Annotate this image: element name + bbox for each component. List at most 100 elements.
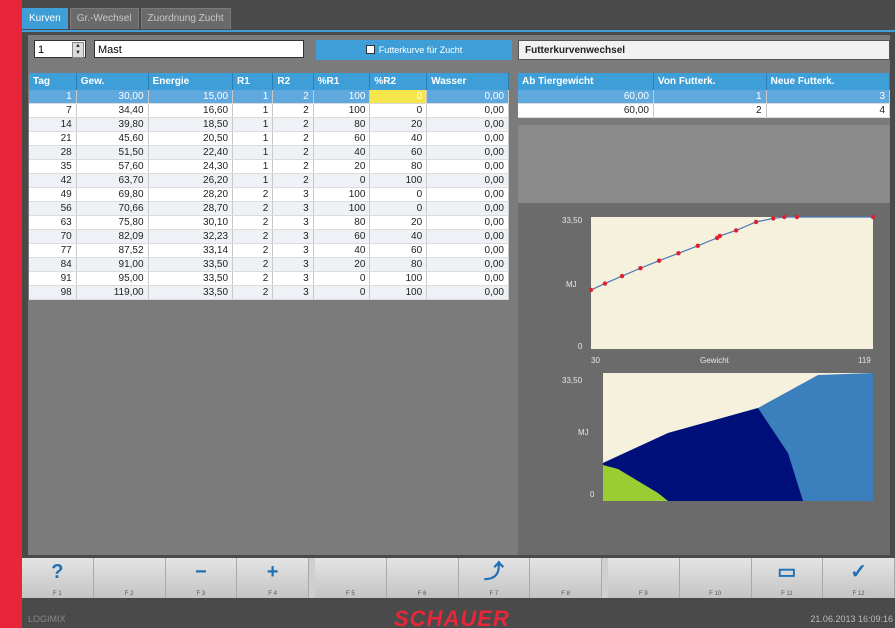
table-cell[interactable]: 4 <box>766 103 891 118</box>
table-cell[interactable]: 70,66 <box>76 201 149 216</box>
table-cell[interactable]: 0,00 <box>426 103 509 118</box>
table-cell[interactable]: 91,00 <box>76 257 149 272</box>
table-cell[interactable]: 20 <box>369 215 428 230</box>
table-cell[interactable]: 35 <box>29 159 77 174</box>
table-cell[interactable]: 34,40 <box>76 103 149 118</box>
table-cell[interactable]: 33,50 <box>148 271 234 286</box>
table-cell[interactable]: 60 <box>313 131 371 146</box>
table-cell[interactable]: 39,80 <box>76 117 149 132</box>
table-cell[interactable]: 80 <box>313 215 371 230</box>
tab-gruppenwechsel[interactable]: Gr.-Wechsel <box>69 8 139 29</box>
curve-col-header[interactable]: Tag <box>29 73 77 90</box>
table-cell[interactable]: 1 <box>232 159 274 174</box>
curve-col-header[interactable]: R1 <box>232 73 274 90</box>
function-key-10[interactable]: F 10 <box>679 558 752 598</box>
curve-col-header[interactable]: Energie <box>148 73 234 90</box>
table-cell[interactable]: 1 <box>232 131 274 146</box>
function-key-11[interactable]: ▭ F 11 <box>751 558 824 598</box>
table-cell[interactable]: 80 <box>313 117 371 132</box>
table-cell[interactable]: 51,50 <box>76 145 149 160</box>
table-cell[interactable]: 2 <box>272 173 314 188</box>
table-row[interactable]: 60,00 2 4 <box>518 103 891 118</box>
table-cell[interactable]: 3 <box>272 285 314 300</box>
table-cell[interactable]: 60,00 <box>518 90 654 104</box>
table-row[interactable]: 98 119,00 33,50 2 3 0 100 0,00 <box>29 285 509 300</box>
table-cell[interactable]: 75,80 <box>76 215 149 230</box>
table-cell[interactable]: 2 <box>232 201 274 216</box>
table-row[interactable]: 70 82,09 32,23 2 3 60 40 0,00 <box>29 229 509 244</box>
table-cell[interactable]: 14 <box>29 117 77 132</box>
table-cell[interactable]: 1 <box>232 103 274 118</box>
table-row[interactable]: 28 51,50 22,40 1 2 40 60 0,00 <box>29 145 509 160</box>
function-key-6[interactable]: F 6 <box>386 558 459 598</box>
table-cell[interactable]: 82,09 <box>76 229 149 244</box>
table-cell[interactable]: 100 <box>313 90 371 104</box>
change-col-header[interactable]: Von Futterk. <box>653 73 767 90</box>
change-col-header[interactable]: Neue Futterk. <box>766 73 891 90</box>
table-cell[interactable]: 3 <box>272 271 314 286</box>
table-cell[interactable]: 33,50 <box>148 257 234 272</box>
table-cell[interactable]: 91 <box>29 271 77 286</box>
table-cell[interactable]: 1 <box>232 145 274 160</box>
table-cell[interactable]: 100 <box>313 201 371 216</box>
table-cell[interactable]: 2 <box>272 159 314 174</box>
table-cell[interactable]: 60,00 <box>518 103 654 118</box>
table-cell[interactable]: 1 <box>653 90 767 104</box>
table-cell[interactable]: 1 <box>232 90 274 104</box>
table-cell[interactable]: 100 <box>369 173 428 188</box>
table-cell[interactable]: 3 <box>766 90 891 104</box>
checkbox-icon[interactable] <box>365 45 375 54</box>
table-cell[interactable]: 20 <box>313 257 371 272</box>
table-cell[interactable]: 3 <box>272 215 314 230</box>
table-cell[interactable]: 1 <box>232 117 274 132</box>
table-cell[interactable]: 63 <box>29 215 77 230</box>
table-cell[interactable]: 16,60 <box>148 103 234 118</box>
table-row[interactable]: 35 57,60 24,30 1 2 20 80 0,00 <box>29 159 509 174</box>
table-cell[interactable]: 40 <box>313 243 371 258</box>
table-cell[interactable]: 22,40 <box>148 145 234 160</box>
function-key-8[interactable]: F 8 <box>530 558 602 598</box>
table-row[interactable]: 63 75,80 30,10 2 3 80 20 0,00 <box>29 215 509 230</box>
table-cell[interactable]: 70 <box>29 229 77 244</box>
table-cell[interactable]: 21 <box>29 131 77 146</box>
function-key-4[interactable]: + F 4 <box>237 558 309 598</box>
table-cell[interactable]: 2 <box>653 103 767 118</box>
table-cell[interactable]: 20,50 <box>148 131 234 146</box>
table-cell[interactable]: 0,00 <box>426 173 509 188</box>
curve-col-header[interactable]: R2 <box>272 73 314 90</box>
table-cell[interactable]: 57,60 <box>76 159 149 174</box>
table-cell[interactable]: 0,00 <box>426 271 509 286</box>
table-cell[interactable]: 28,20 <box>148 187 234 202</box>
table-cell[interactable]: 2 <box>272 131 314 146</box>
table-cell[interactable]: 40 <box>313 145 371 160</box>
table-cell[interactable]: 33,14 <box>148 243 234 258</box>
function-key-1[interactable]: ? F 1 <box>22 558 94 598</box>
table-cell[interactable]: 0,00 <box>426 285 509 300</box>
table-cell[interactable]: 0 <box>369 187 428 202</box>
table-cell[interactable]: 40 <box>369 229 428 244</box>
table-cell[interactable]: 3 <box>272 187 314 202</box>
table-cell[interactable]: 42 <box>29 173 77 188</box>
table-row[interactable]: 7 34,40 16,60 1 2 100 0 0,00 <box>29 103 509 118</box>
table-cell[interactable]: 0 <box>313 271 371 286</box>
table-cell[interactable]: 2 <box>232 285 274 300</box>
table-cell[interactable]: 0,00 <box>426 90 509 104</box>
table-cell[interactable]: 56 <box>29 201 77 216</box>
curve-col-header[interactable]: %R2 <box>369 73 428 90</box>
table-cell[interactable]: 0,00 <box>426 229 509 244</box>
table-cell[interactable]: 0 <box>369 103 428 118</box>
tab-kurven[interactable]: Kurven <box>22 8 68 29</box>
table-cell[interactable]: 2 <box>232 229 274 244</box>
table-cell[interactable]: 77 <box>29 243 77 258</box>
table-cell[interactable]: 60 <box>313 229 371 244</box>
table-cell[interactable]: 2 <box>232 187 274 202</box>
table-cell[interactable]: 20 <box>369 117 428 132</box>
table-row[interactable]: 14 39,80 18,50 1 2 80 20 0,00 <box>29 117 509 132</box>
table-cell[interactable]: 3 <box>272 229 314 244</box>
table-row[interactable]: 42 63,70 26,20 1 2 0 100 0,00 <box>29 173 509 188</box>
function-key-12[interactable]: ✓ F 12 <box>823 558 895 598</box>
table-cell[interactable]: 0,00 <box>426 145 509 160</box>
table-cell[interactable]: 32,23 <box>148 229 234 244</box>
table-cell[interactable]: 40 <box>369 131 428 146</box>
table-cell[interactable]: 119,00 <box>76 285 149 300</box>
